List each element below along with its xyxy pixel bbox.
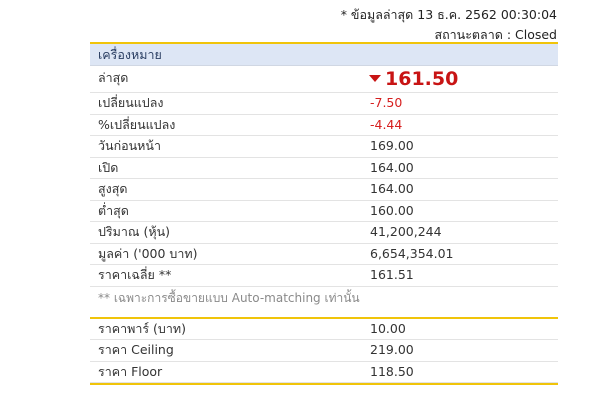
previous-close-label: วันก่อนหน้า: [98, 138, 161, 153]
auto-matching-note: ** เฉพาะการซื้อขายแบบ Auto-matching เท่า…: [98, 290, 360, 305]
quote-row: สูงสุด 164.00: [90, 179, 558, 201]
percent-change-value: -4.44: [370, 116, 403, 132]
quote-row: %เปลี่ยนแปลง -4.44: [90, 115, 558, 136]
stock-quote-panel: * ข้อมูลล่าสุด 13 ธ.ค. 2562 00:30:04 สถา…: [0, 0, 600, 400]
down-arrow-icon: [369, 75, 381, 82]
quote-row: เปลี่ยนแปลง -7.50: [90, 93, 558, 115]
last-price-number: 161.50: [385, 68, 459, 90]
quote-row: ราคาเฉลี่ย ** 161.51: [90, 265, 558, 287]
price-row: ราคาพาร์ (บาท) 10.00: [90, 319, 558, 340]
open-label: เปิด: [98, 159, 119, 175]
ceiling-label: ราคา Ceiling: [98, 342, 174, 357]
last-price-value: 161.50: [369, 68, 458, 90]
low-value: 160.00: [370, 202, 414, 218]
floor-value: 118.50: [370, 363, 414, 379]
change-label: เปลี่ยนแปลง: [98, 95, 164, 110]
low-label: ต่ำสุด: [98, 202, 129, 218]
average-price-label: ราคาเฉลี่ย **: [98, 267, 172, 282]
last-update-time: * ข้อมูลล่าสุด 13 ธ.ค. 2562 00:30:04: [340, 7, 557, 22]
high-value: 164.00: [370, 181, 414, 196]
open-value: 164.00: [370, 159, 414, 175]
turnover-value: 6,654,354.01: [370, 245, 454, 261]
quote-row: มูลค่า ('000 บาท) 6,654,354.01: [90, 244, 558, 265]
quote-table: เครื่องหมาย ล่าสุด 161.50 เปลี่ยนแปลง -7…: [90, 42, 558, 385]
high-label: สูงสุด: [98, 181, 128, 196]
percent-change-label: %เปลี่ยนแปลง: [98, 116, 176, 132]
price-info-rows: ราคาพาร์ (บาท) 10.00 ราคา Ceiling 219.00…: [90, 319, 558, 383]
quote-row: ต่ำสุด 160.00: [90, 201, 558, 222]
bottom-divider: [90, 383, 558, 385]
average-price-value: 161.51: [370, 267, 414, 282]
price-row: ราคา Ceiling 219.00: [90, 340, 558, 362]
par-value-value: 10.00: [370, 320, 406, 336]
last-price-label: ล่าสุด: [98, 70, 129, 85]
volume-value: 41,200,244: [370, 224, 442, 239]
ceiling-value: 219.00: [370, 342, 414, 357]
last-price-row: ล่าสุด 161.50: [90, 66, 558, 93]
volume-label: ปริมาณ (หุ้น): [98, 224, 171, 239]
quote-rows: เปลี่ยนแปลง -7.50 %เปลี่ยนแปลง -4.44 วัน…: [90, 93, 558, 287]
quote-row: เปิด 164.00: [90, 158, 558, 179]
floor-label: ราคา Floor: [98, 363, 163, 379]
previous-close-value: 169.00: [370, 138, 414, 153]
par-value-label: ราคาพาร์ (บาท): [98, 320, 187, 336]
quote-row: ปริมาณ (หุ้น) 41,200,244: [90, 222, 558, 244]
price-row: ราคา Floor 118.50: [90, 362, 558, 383]
quote-row: วันก่อนหน้า 169.00: [90, 136, 558, 158]
turnover-label: มูลค่า ('000 บาท): [98, 245, 198, 261]
change-value: -7.50: [370, 95, 403, 110]
symbol-header: เครื่องหมาย: [90, 44, 558, 66]
